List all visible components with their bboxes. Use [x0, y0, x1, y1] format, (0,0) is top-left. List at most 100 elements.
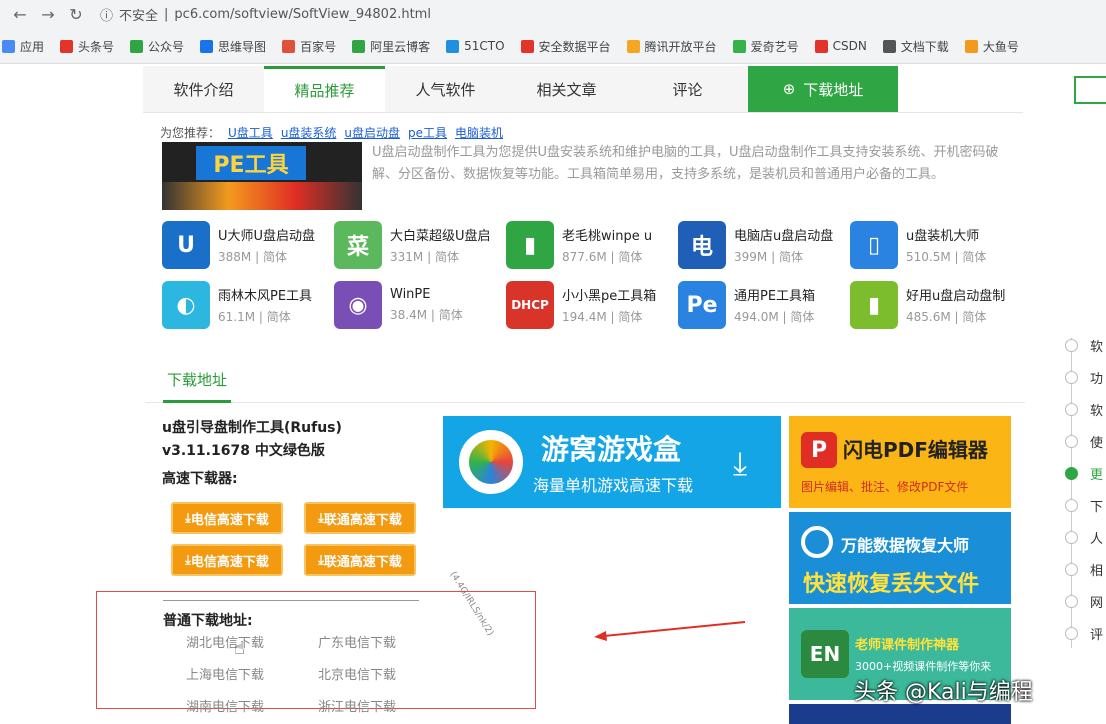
app-name[interactable]: 好用u盘启动盘制	[906, 285, 1018, 304]
ad-subtitle: 3000+视频课件制作等你来	[855, 660, 992, 673]
bookmark-item[interactable]: 51CTO	[446, 39, 505, 53]
app-name[interactable]: 雨林木风PE工具	[218, 285, 330, 304]
side-nav-label[interactable]: 网	[1090, 592, 1103, 611]
forward-icon[interactable]: →	[34, 5, 62, 24]
side-nav-dot[interactable]	[1065, 371, 1078, 384]
download-link[interactable]: 广东电信下载	[318, 632, 396, 651]
app-item[interactable]: ◐ 雨林木风PE工具 61.1M | 简体	[162, 280, 334, 330]
unicom-fast-download-button[interactable]: ⤓ 联通高速下载	[304, 544, 416, 576]
tab-popular[interactable]: 人气软件	[385, 66, 506, 112]
bookmark-item[interactable]: 腾讯开放平台	[626, 38, 717, 55]
tag-link[interactable]: u盘装系统	[281, 124, 337, 141]
youwo-ad[interactable]: 游窝游戏盒 海量单机游戏高速下载 ⤓	[443, 416, 781, 508]
app-name[interactable]: 大白菜超级U盘启	[390, 225, 502, 244]
app-name[interactable]: U大师U盘启动盘	[218, 225, 330, 244]
bookmark-item[interactable]: 百家号	[282, 38, 336, 55]
tag-link[interactable]: U盘工具	[228, 124, 273, 141]
app-name[interactable]: u盘装机大师	[906, 225, 1018, 244]
tab-comments[interactable]: 评论	[627, 66, 748, 112]
bookmark-item[interactable]: 公众号	[130, 38, 184, 55]
app-name[interactable]: 老毛桃winpe u	[562, 225, 674, 244]
app-name[interactable]: 电脑店u盘启动盘	[734, 225, 846, 244]
app-item[interactable]: 菜 大白菜超级U盘启 331M | 简体	[334, 220, 506, 270]
bookmark-item[interactable]: CSDN	[814, 39, 867, 53]
app-item[interactable]: DHCP 小小黑pe工具箱 194.4M | 简体	[506, 280, 678, 330]
bookmark-item[interactable]: 应用	[2, 38, 44, 55]
bookmark-item[interactable]: 爱奇艺号	[732, 38, 799, 55]
app-info: 老毛桃winpe u 877.6M | 简体	[562, 225, 674, 265]
topic-description: U盘启动盘制作工具为您提供U盘安装系统和维护电脑的工具，U盘启动盘制作工具支持安…	[372, 145, 999, 182]
app-lang: 简体	[962, 250, 987, 264]
side-nav-label[interactable]: 更	[1090, 464, 1103, 483]
tab-download[interactable]: ⊕ 下载地址	[748, 66, 898, 112]
download-link[interactable]: 北京电信下载	[318, 664, 396, 683]
tag-link[interactable]: 电脑装机	[455, 124, 503, 141]
side-nav-dot[interactable]	[1065, 563, 1078, 576]
back-icon[interactable]: ←	[6, 5, 34, 24]
download-link[interactable]: 湖北电信下载	[186, 632, 264, 651]
pe-tools-banner[interactable]: PE工具	[162, 142, 362, 210]
download-link[interactable]: 湖南电信下载	[186, 696, 264, 715]
side-nav-label[interactable]: 使	[1090, 432, 1103, 451]
side-nav-label[interactable]: 软	[1090, 400, 1103, 419]
download-icon: ⊕	[782, 80, 796, 98]
reload-icon[interactable]: ↻	[62, 5, 90, 24]
side-nav-label[interactable]: 评	[1090, 624, 1103, 643]
bookmark-label: 大鱼号	[982, 39, 1019, 54]
side-nav-label[interactable]: 相	[1090, 560, 1103, 579]
bookmark-item[interactable]: 文档下载	[882, 38, 949, 55]
url-field[interactable]: ⓘ 不安全 | pc6.com/softview/SoftView_94802.…	[100, 5, 431, 24]
url-text[interactable]: pc6.com/softview/SoftView_94802.html	[174, 7, 431, 22]
app-item[interactable]: ▮ 老毛桃winpe u 877.6M | 简体	[506, 220, 678, 270]
side-nav-label[interactable]: 软	[1090, 336, 1103, 355]
app-item[interactable]: Pe 通用PE工具箱 494.0M | 简体	[678, 280, 850, 330]
side-nav-dot[interactable]	[1065, 403, 1078, 416]
bookmark-item[interactable]: 大鱼号	[964, 38, 1019, 55]
app-item[interactable]: U U大师U盘启动盘 388M | 简体	[162, 220, 334, 270]
unicom-fast-download-button[interactable]: ⤓ 联通高速下载	[304, 502, 416, 534]
bookmark-item[interactable]: 安全数据平台	[520, 38, 611, 55]
telecom-fast-download-button[interactable]: ⤓ 电信高速下载	[171, 544, 283, 576]
side-nav-dot[interactable]	[1065, 595, 1078, 608]
side-nav-dot[interactable]	[1065, 531, 1078, 544]
ad-title: 游窝游戏盒	[541, 433, 682, 466]
app-name[interactable]: WinPE	[390, 287, 502, 302]
app-name[interactable]: 通用PE工具箱	[734, 285, 846, 304]
tab-articles[interactable]: 相关文章	[506, 66, 627, 112]
side-nav-dot[interactable]	[1065, 499, 1078, 512]
side-nav-dot[interactable]	[1065, 435, 1078, 448]
app-info: 大白菜超级U盘启 331M | 简体	[390, 225, 502, 265]
bookmark-item[interactable]: 阿里云博客	[352, 38, 430, 55]
side-nav-label[interactable]: 功	[1090, 368, 1103, 387]
tag-link[interactable]: u盘启动盘	[344, 124, 400, 141]
app-meta: 388M | 简体	[218, 250, 287, 264]
app-item[interactable]: ◉ WinPE 38.4M | 简体	[334, 280, 506, 330]
app-item[interactable]: 电 电脑店u盘启动盘 399M | 简体	[678, 220, 850, 270]
info-icon[interactable]: ⓘ	[100, 5, 113, 24]
pdf-editor-ad[interactable]: P 闪电PDF编辑器 图片编辑、批注、修改PDF文件	[789, 416, 1011, 508]
tab-intro[interactable]: 软件介绍	[143, 66, 264, 112]
bookmark-item[interactable]: 思维导图	[200, 38, 266, 55]
tag-link[interactable]: pe工具	[408, 124, 447, 141]
side-nav-dot[interactable]	[1065, 627, 1078, 640]
bookmark-item[interactable]: 头条号	[60, 38, 114, 55]
app-info: 小小黑pe工具箱 194.4M | 简体	[562, 285, 674, 325]
bottom-ad[interactable]	[789, 704, 1011, 724]
data-recovery-ad[interactable]: 万能数据恢复大师 快速恢复丢失文件	[789, 512, 1011, 604]
telecom-fast-download-button[interactable]: ⤓ 电信高速下载	[171, 502, 283, 534]
bookmark-label: 爱奇艺号	[750, 39, 799, 54]
tab-recommend[interactable]: 精品推荐	[264, 66, 385, 112]
app-name[interactable]: 小小黑pe工具箱	[562, 285, 674, 304]
app-meta: 399M | 简体	[734, 250, 803, 264]
ad-subtitle: 图片编辑、批注、修改PDF文件	[801, 480, 969, 494]
side-nav-label[interactable]: 下	[1090, 496, 1103, 515]
side-nav-dot[interactable]	[1065, 467, 1078, 480]
side-nav-label[interactable]: 人	[1090, 528, 1103, 547]
side-nav-dot[interactable]	[1065, 339, 1078, 352]
bookmark-icon	[200, 39, 214, 53]
app-meta: 38.4M | 简体	[390, 308, 463, 322]
download-link[interactable]: 浙江电信下载	[318, 696, 396, 715]
app-item[interactable]: ▮ 好用u盘启动盘制 485.6M | 简体	[850, 280, 1022, 330]
app-item[interactable]: ▯ u盘装机大师 510.5M | 简体	[850, 220, 1022, 270]
download-link[interactable]: 上海电信下载	[186, 664, 264, 683]
